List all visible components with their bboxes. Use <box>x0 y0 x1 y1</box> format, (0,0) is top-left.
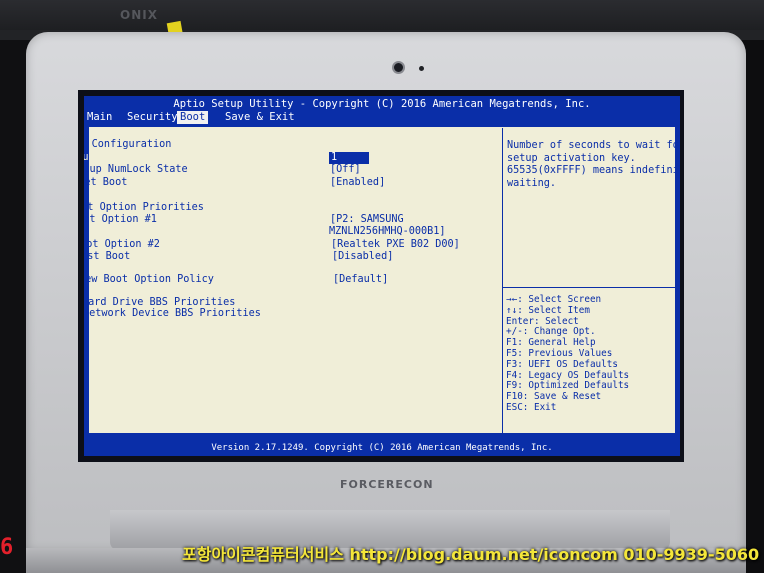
setting-quiet-boot-value[interactable]: [Enabled] <box>330 177 385 189</box>
background-keyboard-brand: ONIX <box>120 8 158 22</box>
blog-watermark: 포항아이콘컴퓨터서비스 http://blog.daum.net/iconcom… <box>182 545 760 564</box>
tab-security[interactable]: Security <box>124 111 181 124</box>
laptop-brand-logo: FORCERECON <box>340 478 434 491</box>
setting-numlock-label[interactable]: Bootup NumLock State <box>84 164 188 176</box>
submenu-network-device-bbs[interactable]: Network Device BBS Priorities <box>84 308 261 320</box>
setting-fast-boot-value[interactable]: [Disabled] <box>332 251 393 263</box>
help-line: waiting. <box>507 177 557 189</box>
section-boot-option-priorities: Boot Option Priorities <box>84 202 204 213</box>
setting-quiet-boot-label[interactable]: Quiet Boot <box>84 177 127 189</box>
help-line: 65535(0xFFFF) means indefinite <box>507 165 680 176</box>
key-help-item: ↑↓: Select Item <box>506 304 590 316</box>
setting-new-boot-policy-label[interactable]: New Boot Option Policy <box>84 274 214 286</box>
setting-new-boot-policy-value[interactable]: [Default] <box>333 274 388 286</box>
setting-setup-prompt-timeout-label[interactable]: Setup Prompt Timeout <box>84 152 187 164</box>
key-help: →←: Select Screen ↑↓: Select Item Enter:… <box>506 294 629 414</box>
key-help-item: ESC: Exit <box>506 401 557 413</box>
bios-title: Aptio Setup Utility - Copyright (C) 2016… <box>173 98 591 110</box>
background-keyboard <box>0 0 764 30</box>
panel-divider <box>502 128 503 434</box>
setting-setup-prompt-timeout-value[interactable]: 1 <box>329 152 369 164</box>
setting-boot-option-1-value-cont: MZNLN256HMHQ-000B1] <box>329 226 446 237</box>
bios-version-bar: Version 2.17.1249. Copyright (C) 2016 Am… <box>211 443 553 453</box>
setting-boot-option-1-value[interactable]: [P2: SAMSUNG <box>330 214 404 226</box>
setting-boot-option-2-label[interactable]: Boot Option #2 <box>84 239 160 251</box>
section-boot-configuration: Boot Configuration <box>84 139 172 150</box>
tab-boot[interactable]: Boot <box>177 111 209 124</box>
red-led-display: 6 <box>0 535 14 560</box>
tab-save-exit[interactable]: Save & Exit <box>222 111 298 124</box>
bios-menu-bar: Main Security Boot Save & Exit <box>84 111 680 124</box>
tab-main[interactable]: Main <box>84 111 115 124</box>
help-line: Number of seconds to wait for <box>507 140 680 151</box>
bios-screen: Aptio Setup Utility - Copyright (C) 2016… <box>84 96 680 456</box>
setting-boot-option-1-label[interactable]: Boot Option #1 <box>84 214 157 226</box>
help-line: setup activation key. <box>507 152 636 164</box>
setting-numlock-value[interactable]: [Off] <box>330 164 361 176</box>
help-divider <box>502 287 676 288</box>
setting-boot-option-2-value[interactable]: [Realtek PXE B02 D00] <box>331 239 460 251</box>
webcam-led-icon <box>419 66 424 71</box>
key-help-item: F3: UEFI OS Defaults <box>506 358 618 370</box>
setting-fast-boot-label[interactable]: Fast Boot <box>84 251 130 263</box>
webcam-icon <box>392 61 405 74</box>
help-text: Number of seconds to wait for setup acti… <box>507 140 680 190</box>
